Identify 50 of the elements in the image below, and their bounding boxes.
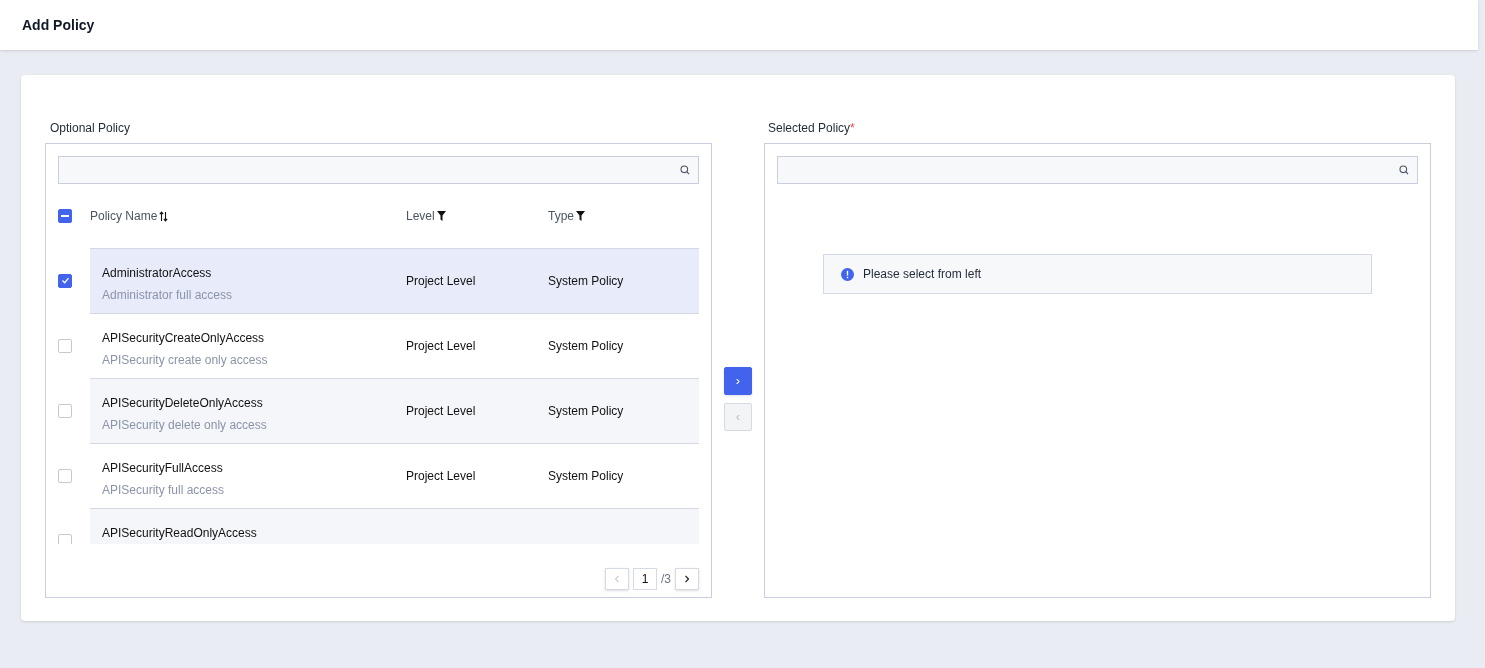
- table-cell-text: System Policy: [548, 403, 625, 420]
- checkbox[interactable]: [58, 273, 72, 288]
- policy-name: APISecurityDeleteOnlyAccess: [102, 395, 264, 412]
- table-cell-text: System Policy: [548, 468, 625, 485]
- policy-description: Administrator full access: [102, 287, 234, 304]
- policy-name: APISecurityCreateOnlyAccess: [102, 330, 266, 347]
- column-header: Type: [548, 208, 574, 225]
- table-cell-text: Project Level: [406, 468, 477, 485]
- table-cell-text: Project Level: [406, 273, 477, 290]
- policy-description: APISecurity create only access: [102, 352, 269, 369]
- panel-label: Selected Policy: [768, 120, 851, 137]
- checkbox[interactable]: [58, 209, 72, 223]
- filter-icon[interactable]: [576, 211, 585, 221]
- panel-label: Optional Policy: [49, 120, 132, 137]
- search-field[interactable]: [777, 156, 1418, 184]
- minus-icon: [61, 215, 69, 217]
- move-right-button[interactable]: ›: [724, 367, 752, 395]
- page-title: Add Policy: [22, 15, 95, 35]
- search-field[interactable]: [58, 156, 699, 184]
- checkbox[interactable]: [58, 468, 72, 483]
- required-asterisk: *: [850, 120, 855, 137]
- table-cell-text: Project Level: [406, 403, 477, 420]
- policy-description: APISecurity full access: [102, 482, 226, 499]
- info-text: Please select from left: [863, 266, 982, 283]
- chevron-right-icon: [684, 575, 690, 583]
- policy-description: APISecurity delete only access: [102, 417, 268, 434]
- chevron-left-icon: [614, 575, 620, 583]
- checkmark-icon: [60, 276, 70, 285]
- table-row[interactable]: AdministratorAccess Administrator full access Project Level System Policy: [90, 248, 699, 313]
- info-icon: [841, 267, 854, 281]
- table-cell-text: System Policy: [548, 338, 625, 355]
- column-header: Policy Name: [90, 208, 158, 225]
- checkbox[interactable]: [58, 403, 72, 418]
- next-page-button[interactable]: [675, 568, 699, 590]
- sort-icon[interactable]: [159, 210, 169, 222]
- policy-name: AdministratorAccess: [102, 265, 213, 282]
- filter-icon[interactable]: [436, 211, 446, 221]
- search-icon: [1399, 165, 1409, 175]
- policy-name: APISecurityFullAccess: [102, 460, 224, 477]
- checkbox[interactable]: [58, 533, 72, 544]
- policy-name: APISecurityReadOnlyAccess: [102, 525, 258, 542]
- table-row[interactable]: APISecurityReadOnlyAccess: [90, 508, 699, 544]
- table-row[interactable]: APISecurityDeleteOnlyAccess APISecurity delete only access Project Level System Policy: [90, 378, 699, 443]
- search-icon: [680, 165, 690, 175]
- page-total: /3: [661, 571, 671, 588]
- page-number-field[interactable]: 1: [633, 568, 657, 590]
- column-header: Level: [406, 208, 435, 225]
- table-cell-text: System Policy: [548, 273, 625, 290]
- checkbox[interactable]: [58, 338, 72, 353]
- table-cell-text: Project Level: [406, 338, 477, 355]
